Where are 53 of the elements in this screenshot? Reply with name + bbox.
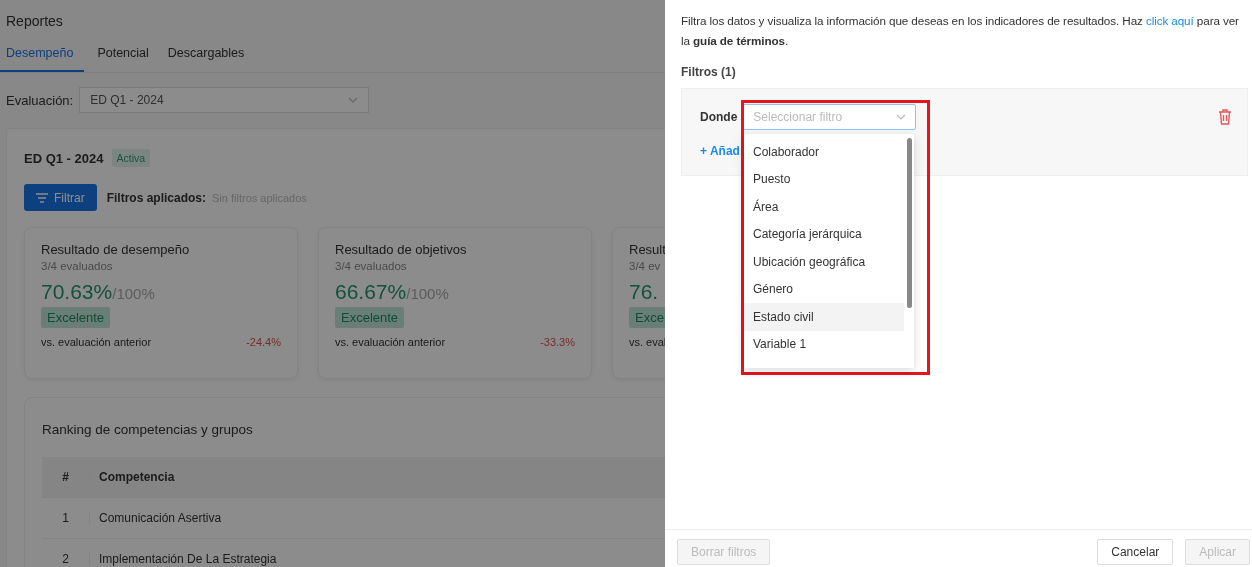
delete-icon[interactable] — [1218, 109, 1232, 125]
comparison-label: vs. evaluación anterior — [41, 336, 152, 348]
dropdown-option[interactable]: Género — [744, 275, 904, 303]
applied-filters-label: Filtros aplicados: — [106, 190, 207, 205]
add-filter-link[interactable]: + Añad — [700, 144, 740, 158]
dropdown-option[interactable]: Colaborador — [744, 138, 904, 166]
comparison-label: vs. eval — [629, 336, 665, 348]
evaluated-count: 3/4 evaluados — [41, 260, 114, 272]
metric-title: Resultado de desempeño — [41, 242, 191, 257]
dropdown-option[interactable]: Categoría jerárquica — [744, 220, 904, 248]
cancel-button[interactable]: Cancelar — [1097, 539, 1174, 565]
dropdown-option[interactable]: Estado civil — [744, 303, 904, 331]
metric-value: 66.67% — [335, 280, 407, 304]
evaluation-select[interactable]: ED Q1 - 2024 — [79, 87, 370, 113]
dropdown-option[interactable]: Área — [744, 193, 904, 221]
change-value: -24.4% — [246, 336, 281, 348]
filters-heading: Filtros (1) — [681, 65, 737, 79]
page-title: Reportes — [6, 13, 64, 31]
tab[interactable]: Desempeño — [0, 39, 85, 72]
table-cell: 2 — [42, 552, 90, 566]
terms-link[interactable]: click aquí — [1145, 14, 1194, 27]
change-value: -33.3% — [540, 336, 575, 348]
table-cell-text: Comunicación Asertiva — [98, 511, 222, 525]
table-cell: 1 — [42, 511, 90, 525]
table-cell-text: Implementación De La Estrategia — [98, 552, 277, 566]
intro-text: Filtra los datos y visualiza la información que deseas en los indicadores de resultados. Haz click aquí para ver la guía de términos. — [681, 13, 1240, 49]
comparison-label: vs. evaluación anterior — [335, 336, 446, 348]
evaluated-count: 3/4 ev — [629, 260, 662, 272]
tab[interactable]: Potencial — [91, 39, 155, 72]
rating-badge: Excelente — [41, 307, 111, 328]
dropdown-option[interactable]: Variable 1 — [744, 330, 904, 358]
evaluated-count: 3/4 evaluados — [335, 260, 408, 272]
rating-badge: Excelente — [335, 307, 405, 328]
chevron-down-icon — [348, 97, 359, 103]
rating-badge: Exce — [629, 307, 665, 328]
filter-icon — [36, 192, 48, 203]
column-header: # — [42, 470, 90, 484]
filter-button[interactable]: Filtrar — [24, 184, 97, 211]
tab[interactable]: Descargables — [161, 39, 251, 72]
metric-title: Resultado de objetivos — [335, 242, 468, 257]
metric-value: 76. — [629, 280, 659, 304]
metric-value: 70.63% — [41, 280, 113, 304]
chevron-down-icon — [896, 114, 907, 120]
ranking-title: Ranking de competencias y grupos — [42, 422, 254, 437]
dropdown-option[interactable]: Puesto — [744, 165, 904, 193]
column-header: Competencia — [98, 470, 175, 484]
where-label: Donde — [700, 110, 738, 124]
evaluation-title: ED Q1 - 2024 — [24, 150, 104, 166]
evaluation-label: Evaluación: — [6, 92, 74, 108]
status-badge: Activa — [111, 149, 151, 167]
dropdown-option[interactable]: Ubicación geográfica — [744, 248, 904, 276]
scrollbar[interactable] — [907, 138, 912, 308]
metric-title: Result — [629, 242, 665, 257]
